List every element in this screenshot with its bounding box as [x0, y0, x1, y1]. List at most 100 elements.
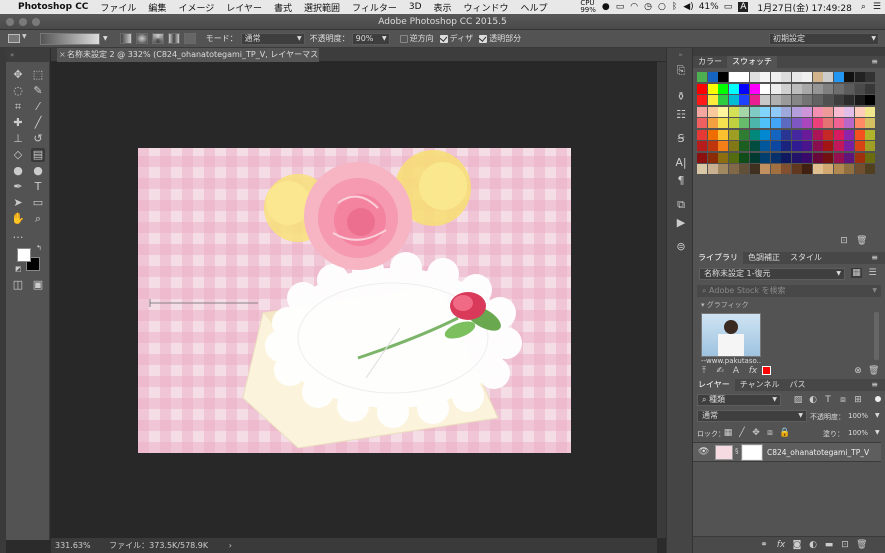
color-swatch[interactable]	[707, 95, 718, 105]
reflected-gradient-button[interactable]	[167, 33, 180, 44]
color-swatch[interactable]	[760, 152, 770, 163]
color-swatch[interactable]	[791, 72, 802, 82]
color-swatch[interactable]	[802, 152, 812, 163]
color-swatch[interactable]	[865, 106, 875, 117]
color-swatch[interactable]	[739, 152, 749, 163]
sync-icon[interactable]: ○	[655, 2, 669, 12]
lock-image-icon[interactable]: ╱	[737, 428, 747, 438]
color-swatch[interactable]	[781, 83, 791, 94]
color-swatch[interactable]	[833, 118, 844, 128]
color-swatch[interactable]	[781, 72, 791, 82]
creative-cloud-sync-icon[interactable]: ⊗	[853, 366, 863, 376]
color-swatch[interactable]	[865, 129, 875, 140]
color-swatch[interactable]	[739, 164, 749, 174]
opacity-field[interactable]: 90% ▼	[351, 32, 390, 45]
menu-view[interactable]: 表示	[428, 1, 458, 14]
color-swatch[interactable]	[791, 141, 802, 151]
rectangle-tool-icon[interactable]: ▭	[31, 196, 45, 210]
color-swatch[interactable]	[770, 83, 781, 94]
color-swatch[interactable]	[844, 152, 854, 163]
lock-transparent-icon[interactable]: ▦	[723, 428, 733, 438]
gradient-tool-icon[interactable]: ▤	[31, 148, 45, 162]
color-swatch[interactable]	[812, 118, 823, 128]
color-swatch[interactable]	[707, 118, 718, 128]
color-swatch[interactable]	[802, 141, 812, 151]
paragraph-panel-icon[interactable]: ¶	[674, 175, 688, 186]
dither-option[interactable]: ディザ	[439, 33, 473, 44]
reverse-option[interactable]: 逆方向	[399, 33, 434, 44]
wifi-icon[interactable]: ◠	[627, 2, 641, 12]
color-swatch[interactable]	[749, 72, 760, 82]
color-swatch[interactable]	[781, 152, 791, 163]
color-swatch[interactable]	[781, 164, 791, 174]
color-swatch[interactable]	[728, 141, 739, 151]
color-swatch[interactable]	[791, 118, 802, 128]
color-swatch[interactable]	[844, 72, 854, 82]
screen-mode-icon[interactable]: ▣	[31, 278, 45, 292]
tab-color[interactable]: カラー	[693, 57, 727, 66]
layer-name[interactable]: C824_ohanatotegami_TP_V	[767, 448, 869, 457]
properties-panel-icon[interactable]: ⊜	[674, 241, 688, 252]
bluetooth-icon[interactable]: ᛒ	[669, 2, 680, 12]
color-swatch[interactable]	[844, 106, 854, 117]
delete-layer-icon[interactable]: 🗑	[856, 540, 867, 550]
menu-layer[interactable]: レイヤー	[220, 1, 268, 14]
color-swatch[interactable]	[854, 152, 865, 163]
color-swatch[interactable]	[802, 95, 812, 105]
color-swatch[interactable]	[749, 152, 760, 163]
type-tool-icon[interactable]: T	[31, 180, 45, 194]
color-swatch[interactable]	[833, 106, 844, 117]
shape-layer-filter-icon[interactable]: ⧈	[838, 395, 848, 405]
workspace-select[interactable]: 初期設定 ▼	[769, 32, 879, 45]
tab-adjustments[interactable]: 色調補正	[743, 253, 785, 262]
color-swatch[interactable]	[865, 83, 875, 94]
quick-selection-tool-icon[interactable]: ✎	[31, 84, 45, 98]
angle-gradient-button[interactable]	[151, 33, 164, 44]
chevron-down-icon[interactable]: ▼	[875, 429, 880, 436]
character-panel-icon[interactable]: A|	[674, 157, 688, 168]
color-swatch[interactable]	[749, 95, 760, 105]
color-swatch[interactable]	[728, 83, 739, 94]
color-swatch[interactable]	[791, 83, 802, 94]
color-swatch[interactable]	[718, 106, 728, 117]
glyphs-panel-icon[interactable]: Ꞩ	[674, 133, 688, 144]
menu-type[interactable]: 書式	[268, 1, 298, 14]
panel-menu-icon[interactable]: ≡	[866, 252, 883, 264]
smart-object-filter-icon[interactable]: ⊞	[853, 395, 863, 405]
color-swatch[interactable]	[854, 72, 865, 82]
path-selection-tool-icon[interactable]: ➤	[11, 196, 25, 210]
blend-mode-select[interactable]: 通常 ▼	[697, 410, 807, 422]
color-swatch[interactable]	[833, 129, 844, 140]
color-swatch[interactable]	[718, 72, 728, 82]
color-swatch[interactable]	[865, 164, 875, 174]
color-swatch[interactable]	[749, 141, 760, 151]
color-swatch[interactable]	[854, 118, 865, 128]
swap-colors-icon[interactable]: ↰	[36, 244, 42, 252]
color-swatch[interactable]	[791, 129, 802, 140]
radial-gradient-button[interactable]	[135, 33, 148, 44]
color-swatch[interactable]	[697, 152, 707, 163]
color-swatch[interactable]	[844, 118, 854, 128]
color-swatch[interactable]	[823, 152, 833, 163]
color-swatch[interactable]	[707, 129, 718, 140]
color-swatch[interactable]	[812, 83, 823, 94]
fill-value[interactable]: 100%	[848, 429, 868, 437]
reverse-checkbox[interactable]	[399, 34, 408, 43]
color-swatch[interactable]	[781, 141, 791, 151]
color-swatch[interactable]	[760, 72, 770, 82]
foreground-color[interactable]	[17, 248, 31, 262]
menu-help[interactable]: ヘルプ	[515, 1, 554, 14]
color-swatch[interactable]	[739, 141, 749, 151]
document-image[interactable]	[138, 148, 571, 453]
color-swatch[interactable]	[697, 95, 707, 105]
color-swatch[interactable]	[707, 83, 718, 94]
visibility-eye-icon[interactable]: 👁	[698, 447, 709, 457]
color-swatch[interactable]	[697, 106, 707, 117]
color-swatch[interactable]	[707, 106, 718, 117]
add-graphic-icon[interactable]: ✍	[715, 366, 725, 376]
panel-menu-icon[interactable]: ≡	[866, 379, 883, 391]
stock-search-input[interactable]: ⌕ Adobe Stock を検索 ▼	[697, 285, 881, 297]
add-layer-style-icon[interactable]: fx	[747, 366, 759, 376]
history-panel-icon[interactable]: ⎘	[674, 65, 688, 76]
color-swatch[interactable]	[781, 129, 791, 140]
